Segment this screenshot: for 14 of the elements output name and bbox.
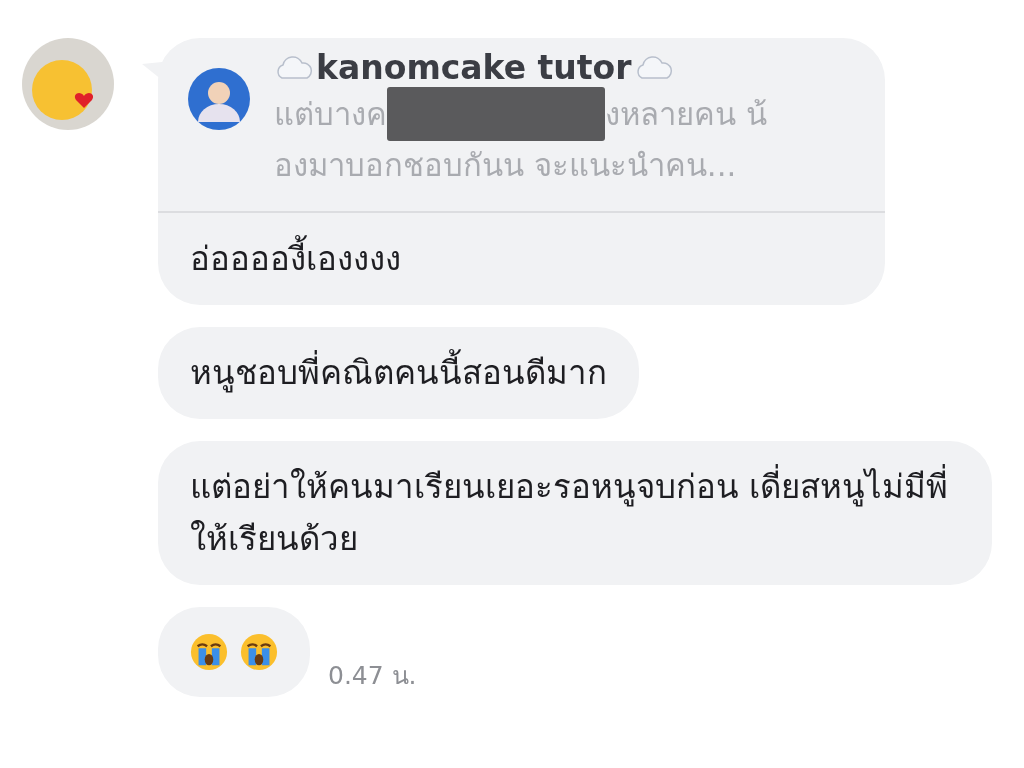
author-name: kanomcake tutor: [316, 48, 632, 87]
crying-face-icon: [240, 633, 278, 671]
avatar[interactable]: [22, 38, 114, 130]
message-text: อ่อออองี้เองงงง: [190, 213, 853, 285]
message-text: หนูชอบพี่คณิตคนนี้สอนดีมาก: [190, 347, 607, 399]
quoted-text: องมาบอกชอบกันน จะแนะนำคน...: [274, 146, 737, 185]
timestamp: 0.47 น.: [328, 660, 417, 692]
crying-face-icon: [190, 633, 228, 671]
quoted-text: งหลายคน น้: [605, 95, 767, 134]
quoted-message[interactable]: kanomcake tutor แต่บางค งหลายคน น้ องมาบอกชอบกันน จะแนะนำคน...: [158, 38, 885, 213]
cloud-icon: [274, 53, 314, 82]
avatar: [188, 68, 250, 130]
message-text: แต่อย่าให้คนมาเรียนเยอะรอหนูจบก่อน เดี่ยสหนูไม่มีพี่ให้เรียนด้วย: [190, 461, 960, 565]
quoted-text: แต่บางค: [274, 95, 387, 134]
